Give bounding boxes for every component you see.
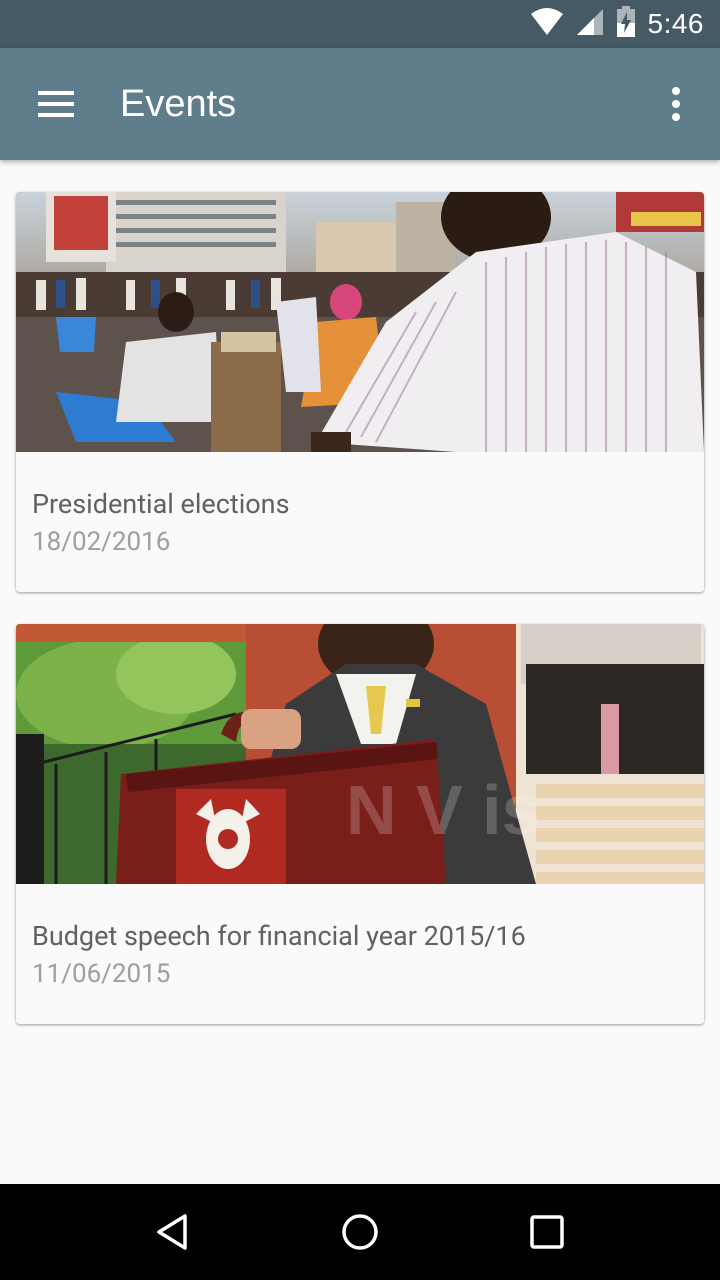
event-card-body: Presidential elections 18/02/2016 (16, 452, 704, 592)
hamburger-menu-icon[interactable] (0, 48, 112, 160)
election-photo (16, 192, 704, 452)
budget-briefcase-photo: N V is (16, 624, 704, 884)
event-card-body: Budget speech for financial year 2015/16… (16, 884, 704, 1024)
cell-signal-icon (576, 8, 604, 40)
app-bar: Events (0, 48, 720, 160)
event-card[interactable]: Presidential elections 18/02/2016 (16, 192, 704, 592)
recents-icon[interactable] (499, 1184, 595, 1280)
event-date: 11/06/2015 (32, 959, 171, 989)
wifi-icon (530, 8, 564, 40)
status-time: 5:46 (647, 8, 704, 39)
event-list: Presidential elections 18/02/2016 N V is… (0, 160, 720, 1184)
battery-icon (616, 6, 636, 42)
event-date: 18/02/2016 (32, 527, 171, 557)
event-title: Presidential elections (32, 488, 290, 520)
watermark: N V is (346, 771, 541, 849)
system-nav-bar (0, 1184, 720, 1280)
home-icon[interactable] (312, 1184, 408, 1280)
more-vert-icon[interactable] (632, 48, 720, 160)
event-title: Budget speech for financial year 2015/16 (32, 920, 526, 952)
status-bar: 5:46 (0, 0, 720, 48)
event-card[interactable]: N V is Budget speech for financial year … (16, 624, 704, 1024)
back-icon[interactable] (125, 1184, 221, 1280)
page-title: Events (120, 82, 237, 125)
